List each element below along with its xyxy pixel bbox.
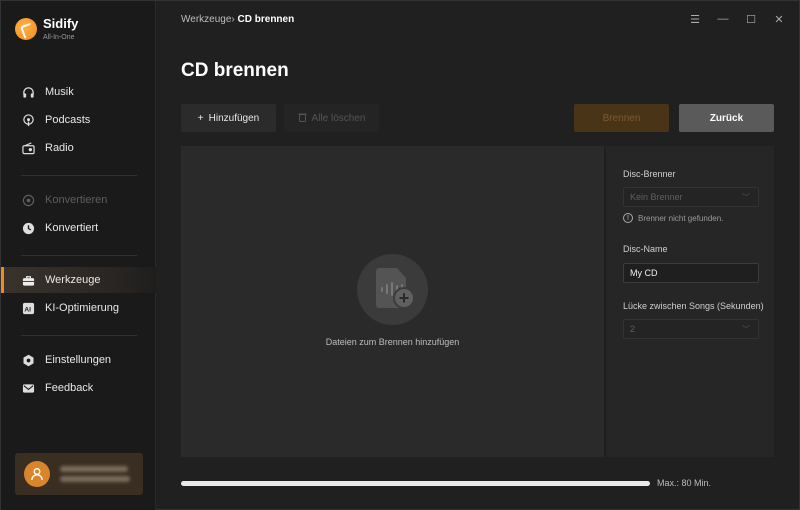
user-info-redacted [60, 462, 130, 486]
sidebar-item-konvertiert[interactable]: Konvertiert [1, 215, 156, 241]
app-logo-icon [15, 18, 37, 40]
sidebar-item-podcasts[interactable]: Podcasts [1, 107, 156, 133]
file-drop-area[interactable]: + Dateien zum Brennen hinzufügen [181, 146, 604, 457]
burn-settings-panel: Disc-Brenner Kein Brenner ﹀ ! Brenner ni… [605, 146, 774, 457]
app-name: Sidify [43, 16, 79, 31]
sidebar-item-werkzeuge[interactable]: Werkzeuge [1, 267, 156, 293]
sidebar-item-musik[interactable]: Musik [1, 79, 156, 105]
chevron-down-icon: ﹀ [742, 193, 750, 202]
sidebar-item-label: Musik [45, 86, 74, 98]
sidebar-item-label: Podcasts [45, 114, 91, 126]
sidebar-divider [21, 335, 137, 336]
drop-area-hint: Dateien zum Brennen hinzufügen [325, 337, 460, 347]
song-gap-select[interactable]: 2 ﹀ [623, 319, 759, 339]
sidebar-divider [21, 175, 137, 176]
disc-name-label: Disc-Name [623, 244, 668, 254]
breadcrumb-separator: › [231, 14, 235, 25]
window-controls: ☰ — ☐ ✕ [689, 13, 785, 26]
disc-burner-value: Kein Brenner [630, 192, 683, 202]
trash-icon [298, 112, 307, 125]
radio-icon [21, 141, 35, 155]
mail-icon [21, 381, 35, 395]
clock-icon [21, 221, 35, 235]
minimize-icon[interactable]: — [717, 13, 729, 26]
clear-all-button[interactable]: Alle löschen [284, 104, 379, 132]
page-title: CD brennen [181, 60, 289, 81]
capacity-label: Max.: 80 Min. [657, 478, 712, 488]
sidebar-item-label: Feedback [45, 382, 94, 394]
user-icon [31, 468, 43, 481]
song-gap-label: Lücke zwischen Songs (Sekunden) [623, 301, 764, 311]
plus-icon: + [197, 112, 204, 124]
sidebar-item-label: Einstellungen [45, 354, 112, 366]
app-window: Sidify All-In-One Musik Podcasts Radio K… [0, 0, 800, 510]
capacity-bar [181, 481, 650, 486]
disc-burner-label: Disc-Brenner [623, 169, 676, 179]
disc-name-input[interactable] [623, 263, 759, 283]
chevron-down-icon: ﹀ [742, 325, 750, 334]
breadcrumb: Werkzeuge› CD brennen [181, 14, 294, 25]
convert-icon [21, 193, 35, 207]
sidebar-item-label: Radio [45, 142, 74, 154]
sidebar-item-label: KI-Optimierung [45, 302, 119, 314]
back-button[interactable]: Zurück [679, 104, 774, 132]
sidebar: Sidify All-In-One Musik Podcasts Radio K… [1, 1, 156, 510]
app-subtitle: All-In-One [43, 34, 75, 41]
menu-icon[interactable]: ☰ [689, 13, 701, 26]
sidebar-item-label: Konvertieren [45, 194, 108, 206]
burner-warning-text: Brenner nicht gefunden. [638, 213, 724, 223]
headphones-icon [21, 85, 35, 99]
avatar [24, 461, 50, 487]
sidebar-divider [21, 255, 137, 256]
song-gap-value: 2 [630, 324, 636, 334]
burn-button[interactable]: Brennen [574, 104, 669, 132]
ai-icon: AI [21, 301, 35, 315]
brand: Sidify All-In-One [15, 17, 78, 41]
burner-warning: ! Brenner nicht gefunden. [623, 213, 723, 223]
clear-all-button-label: Alle löschen [311, 112, 366, 124]
sidebar-item-ki-optimierung[interactable]: AI KI-Optimierung [1, 295, 156, 321]
user-account-card[interactable] [15, 453, 143, 495]
add-button-label: Hinzufügen [208, 112, 260, 124]
toolbox-icon [21, 273, 35, 287]
sidebar-item-feedback[interactable]: Feedback [1, 375, 156, 401]
svg-text:AI: AI [24, 306, 31, 313]
sidebar-item-label: Werkzeuge [45, 274, 101, 286]
sidebar-item-konvertieren[interactable]: Konvertieren [1, 187, 156, 213]
gear-icon [21, 353, 35, 367]
breadcrumb-current: CD brennen [237, 14, 295, 25]
disc-burner-select[interactable]: Kein Brenner ﹀ [623, 187, 759, 207]
breadcrumb-parent[interactable]: Werkzeuge [181, 14, 231, 25]
sidebar-item-einstellungen[interactable]: Einstellungen [1, 347, 156, 373]
plus-icon: + [393, 287, 415, 309]
add-button[interactable]: + Hinzufügen [181, 104, 276, 132]
add-files-icon[interactable]: + [357, 254, 428, 325]
capacity-bar-fill [181, 481, 650, 486]
info-icon: ! [623, 213, 633, 223]
maximize-icon[interactable]: ☐ [745, 13, 757, 26]
sidebar-item-radio[interactable]: Radio [1, 135, 156, 161]
podcast-icon [21, 113, 35, 127]
close-icon[interactable]: ✕ [773, 13, 785, 26]
sidebar-item-label: Konvertiert [45, 222, 99, 234]
